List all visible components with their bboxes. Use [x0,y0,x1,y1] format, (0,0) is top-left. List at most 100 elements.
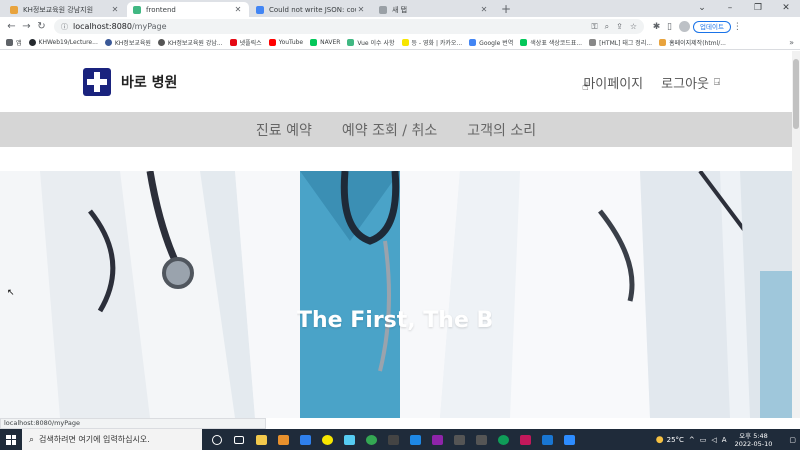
file-explorer-icon[interactable] [250,429,272,450]
taskbar-search-placeholder: 검색하려면 여기에 입력하십시오. [39,435,150,444]
bookmark-label: KHWeb19/Lecture... [38,39,98,46]
bookmarks-more-icon[interactable]: » [789,36,794,50]
volume-icon[interactable]: ◁ [711,436,716,444]
info-icon[interactable]: ⓘ [61,22,68,32]
close-window-icon[interactable]: ✕ [772,0,800,17]
bookmarks-bar: 앱 KHWeb19/Lecture... KH정보교육원 KH정보교육원 강남.… [0,36,800,50]
browser-tab-active[interactable]: frontend ✕ [127,2,249,17]
chevron-up-icon[interactable]: ^ [689,436,695,444]
browser-tab[interactable]: Could not write JSON: could no ✕ [250,2,372,17]
chevron-down-icon[interactable]: ⌄ [688,0,716,17]
chrome-icon[interactable] [360,429,382,450]
close-icon[interactable]: ✕ [356,5,366,14]
tab-favicon [10,5,18,14]
hospital-cross-icon[interactable] [83,68,111,96]
new-tab-button[interactable]: + [498,2,514,17]
bookmark-label: 넷플릭스 [239,40,262,47]
hero-slogan: The First, The Best [297,308,492,333]
maximize-icon[interactable]: ❐ [744,0,772,17]
app-icon[interactable] [272,429,294,450]
app-icon[interactable] [470,429,492,450]
bookmark-item[interactable]: 색상표 색상코드표... [520,38,582,47]
bookmark-item[interactable]: KHWeb19/Lecture... [28,39,98,46]
vue-icon [347,39,355,46]
zoom-icon[interactable]: ⌕ [605,22,609,32]
bookmark-item[interactable]: 앱 [6,38,22,47]
menu-kebab-icon[interactable]: ⋮ [731,22,744,32]
bookmark-item[interactable]: NAVER [310,39,340,46]
tab-strip: KH정보교육원 강남지원 ✕ frontend ✕ Could not writ… [0,0,800,17]
scrollbar-thumb[interactable] [793,59,799,129]
menu-lookup-cancel[interactable]: 예약 조회 / 취소 [342,120,437,140]
cortana-icon[interactable] [206,429,228,450]
browser-window: KH정보교육원 강남지원 ✕ frontend ✕ Could not writ… [0,0,800,450]
github-icon [28,39,36,46]
taskbar-search[interactable]: ⌕ 검색하려면 여기에 입력하십시오. [22,429,202,450]
back-icon[interactable]: ← [4,19,19,34]
mypage-link[interactable]: 마이페이지 [583,73,643,92]
bookmark-item[interactable]: KH정보교육원 [104,38,151,47]
site-brand[interactable]: 바로 병원 [121,72,177,92]
start-button[interactable] [0,429,22,450]
language-indicator[interactable]: A [722,436,727,444]
extensions-icon[interactable]: ✱ [650,22,663,32]
bookmark-item[interactable]: 홈페이지제작(html/... [659,38,726,47]
bookmark-item[interactable]: YouTube [268,39,303,46]
weather-sun-icon[interactable]: ● [656,435,664,445]
logout-icon: ⍈ [714,77,720,88]
bookmark-item[interactable]: KH정보교육원 강남... [157,38,223,47]
windows-logo-icon [6,434,16,445]
kakao-icon [401,39,409,46]
close-icon[interactable]: ✕ [479,5,489,14]
bookmark-item[interactable]: Vue 이수 사항 [347,38,395,47]
notification-icon[interactable]: ▢ [789,436,796,444]
logout-link[interactable]: 로그아웃 ⍈ [661,73,720,92]
close-icon[interactable]: ✕ [233,5,243,14]
bookmark-label: 등 - 영화 | 카카오... [411,40,463,47]
key-icon[interactable]: ⚿ [592,22,598,32]
forward-icon[interactable]: → [19,19,34,34]
page-icon [659,39,667,46]
tab-title: Could not write JSON: could no [269,5,356,14]
terminal-icon[interactable] [382,429,404,450]
app-icon[interactable] [294,429,316,450]
browser-tab[interactable]: KH정보교육원 강남지원 ✕ [4,2,126,17]
app-icon[interactable] [514,429,536,450]
apps-icon [6,39,13,46]
weather-temp[interactable]: 25°C [667,436,684,444]
bookmark-star-icon[interactable]: ☆ [630,22,637,31]
bookmark-label: [HTML] 태그 정리... [599,40,653,47]
window-controls: ⌄ – ❐ ✕ [688,0,800,17]
bookmark-label: 앱 [16,40,22,47]
bookmark-item[interactable]: Google 번역 [469,38,513,47]
close-icon[interactable]: ✕ [110,5,120,14]
tab-title: frontend [146,5,176,14]
youtube-icon [268,39,276,46]
app-icon[interactable] [536,429,558,450]
bookmark-item[interactable]: [HTML] 태그 정리... [589,38,652,47]
vscode-icon[interactable] [404,429,426,450]
minimize-icon[interactable]: – [716,0,744,17]
app-icon[interactable] [338,429,360,450]
avatar[interactable] [679,21,690,32]
page-scrollbar[interactable] [792,51,800,418]
network-icon[interactable]: ▭ [700,436,707,444]
sidepanel-icon[interactable]: ▯ [663,22,676,32]
intellij-icon[interactable] [426,429,448,450]
menu-reservation[interactable]: 진료 예약 [256,120,312,140]
kakaotalk-icon[interactable] [316,429,338,450]
update-button[interactable]: 업데이트 [693,20,731,33]
bookmark-item[interactable]: 등 - 영화 | 카카오... [401,38,463,47]
tab-favicon [133,5,141,14]
zoom-app-icon[interactable] [558,429,580,450]
share-icon[interactable]: ⇪ [616,22,623,31]
reload-icon[interactable]: ↻ [34,19,49,34]
taskbar-clock[interactable]: 오후 5:48 2022-05-10 [735,432,773,448]
address-bar[interactable]: ⓘ localhost:8080/myPage ⚿ ⌕ ⇪ ☆ [54,19,644,34]
menu-customer-voice[interactable]: 고객의 소리 [467,120,536,140]
bookmark-item[interactable]: 넷플릭스 [229,38,262,47]
edge-icon[interactable] [492,429,514,450]
app-icon[interactable] [448,429,470,450]
browser-tab[interactable]: 새 탭 ✕ [373,2,495,17]
task-view-icon[interactable] [228,429,250,450]
